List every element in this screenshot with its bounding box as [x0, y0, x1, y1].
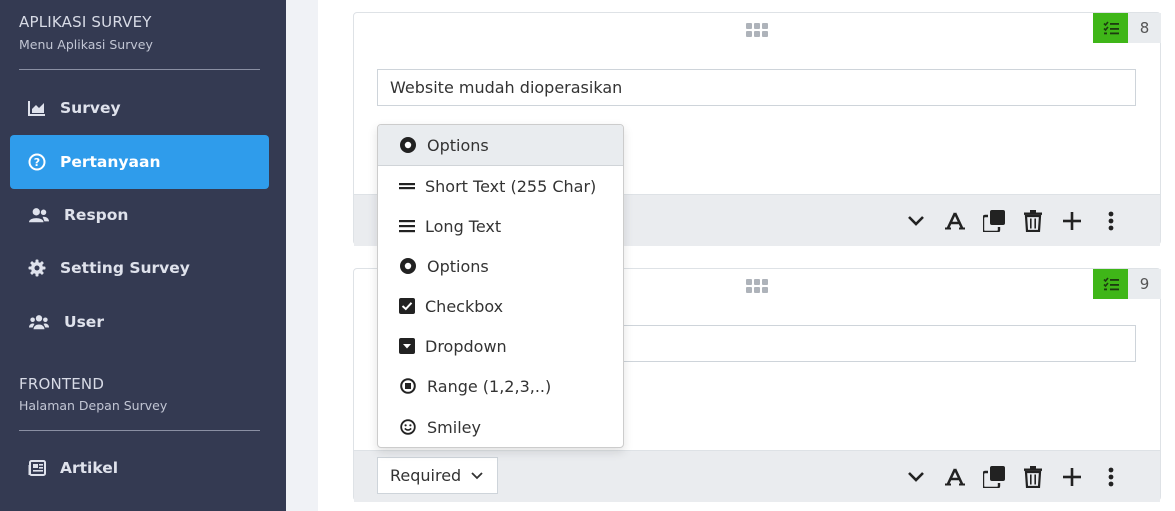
dropdown-option-options[interactable]: Options: [378, 246, 623, 286]
sidebar-divider: [19, 69, 260, 70]
font-icon[interactable]: [935, 467, 974, 486]
required-label: Required: [390, 466, 462, 485]
trash-icon[interactable]: [1013, 465, 1052, 488]
sidebar-item-label: Setting Survey: [60, 259, 190, 277]
question-number: 9: [1128, 269, 1161, 299]
sidebar-item-label: User: [64, 313, 104, 331]
dropdown-option-short-text[interactable]: Short Text (255 Char): [378, 166, 623, 206]
dropdown-selected[interactable]: Options: [378, 125, 623, 166]
dropdown-option-range[interactable]: Range (1,2,3,..): [378, 366, 623, 406]
chart-area-icon: [27, 98, 47, 118]
sidebar: APLIKASI SURVEY Menu Aplikasi Survey Sur…: [0, 0, 286, 511]
drag-handle-icon[interactable]: [746, 22, 768, 41]
sidebar-item-artikel[interactable]: Artikel: [10, 441, 269, 495]
question-footer: Required: [354, 450, 1160, 502]
more-vertical-icon[interactable]: [1091, 467, 1130, 487]
sidebar-item-setting-survey[interactable]: Setting Survey: [10, 241, 269, 295]
radio-icon: [399, 257, 417, 275]
required-select[interactable]: Required: [377, 457, 498, 494]
question-type-dropdown: Options Short Text (255 Char) Long Text …: [377, 124, 624, 448]
question-number-badge: 9: [1093, 269, 1161, 299]
long-text-icon: [398, 217, 416, 235]
question-text-input[interactable]: Website mudah dioperasikan: [377, 69, 1136, 106]
dropdown-icon: [398, 337, 416, 355]
smiley-icon: [399, 418, 417, 436]
range-icon: [399, 377, 417, 395]
collapse-chevron-icon[interactable]: [896, 215, 935, 227]
radio-icon: [399, 136, 417, 154]
sidebar-item-label: Pertanyaan: [60, 153, 161, 171]
dropdown-option-checkbox[interactable]: Checkbox: [378, 286, 623, 326]
dropdown-option-label: Dropdown: [425, 336, 507, 356]
question-number-badge: 8: [1093, 13, 1161, 43]
sidebar-item-pertanyaan[interactable]: ? Pertanyaan: [10, 135, 269, 189]
sidebar-divider: [19, 430, 260, 431]
chevron-down-icon: [471, 471, 483, 480]
app-subtitle: Menu Aplikasi Survey: [19, 37, 153, 52]
dropdown-option-smiley[interactable]: Smiley: [378, 407, 623, 447]
question-toolbar: [896, 451, 1130, 502]
content-gutter: [286, 0, 318, 511]
question-circle-icon: ?: [27, 152, 47, 172]
app-title: APLIKASI SURVEY: [19, 13, 152, 31]
trash-icon[interactable]: [1013, 209, 1052, 232]
users-group-icon: [29, 312, 49, 332]
list-check-icon: [1093, 13, 1128, 43]
plus-icon[interactable]: [1052, 211, 1091, 230]
frontend-title: FRONTEND: [19, 375, 105, 393]
dropdown-option-label: Options: [427, 256, 489, 276]
sidebar-item-label: Artikel: [60, 459, 119, 477]
dropdown-option-dropdown[interactable]: Dropdown: [378, 326, 623, 366]
gear-icon: [27, 258, 47, 278]
dropdown-selected-label: Options: [427, 135, 489, 155]
newspaper-icon: [27, 458, 47, 478]
collapse-chevron-icon[interactable]: [896, 471, 935, 483]
checkbox-icon: [398, 297, 416, 315]
sidebar-item-user[interactable]: User: [10, 295, 269, 349]
sidebar-item-survey[interactable]: Survey: [10, 81, 269, 135]
sidebar-item-label: Respon: [64, 206, 129, 224]
copy-icon[interactable]: [974, 465, 1013, 488]
short-text-icon: [398, 177, 416, 195]
sidebar-item-label: Survey: [60, 99, 121, 117]
users-icon: [29, 205, 49, 225]
copy-icon[interactable]: [974, 209, 1013, 232]
svg-text:?: ?: [34, 156, 40, 169]
dropdown-option-label: Checkbox: [425, 296, 504, 316]
dropdown-option-label: Long Text: [425, 216, 502, 236]
dropdown-option-label: Short Text (255 Char): [425, 176, 597, 196]
list-check-icon: [1093, 269, 1128, 299]
dropdown-option-label: Smiley: [427, 417, 481, 437]
dropdown-option-long-text[interactable]: Long Text: [378, 206, 623, 246]
drag-handle-icon[interactable]: [746, 278, 768, 297]
dropdown-option-label: Range (1,2,3,..): [427, 376, 552, 396]
frontend-subtitle: Halaman Depan Survey: [19, 398, 168, 413]
more-vertical-icon[interactable]: [1091, 211, 1130, 231]
font-icon[interactable]: [935, 211, 974, 230]
sidebar-item-respon[interactable]: Respon: [10, 188, 269, 242]
question-toolbar: [896, 195, 1130, 246]
question-number: 8: [1128, 13, 1161, 43]
plus-icon[interactable]: [1052, 467, 1091, 486]
